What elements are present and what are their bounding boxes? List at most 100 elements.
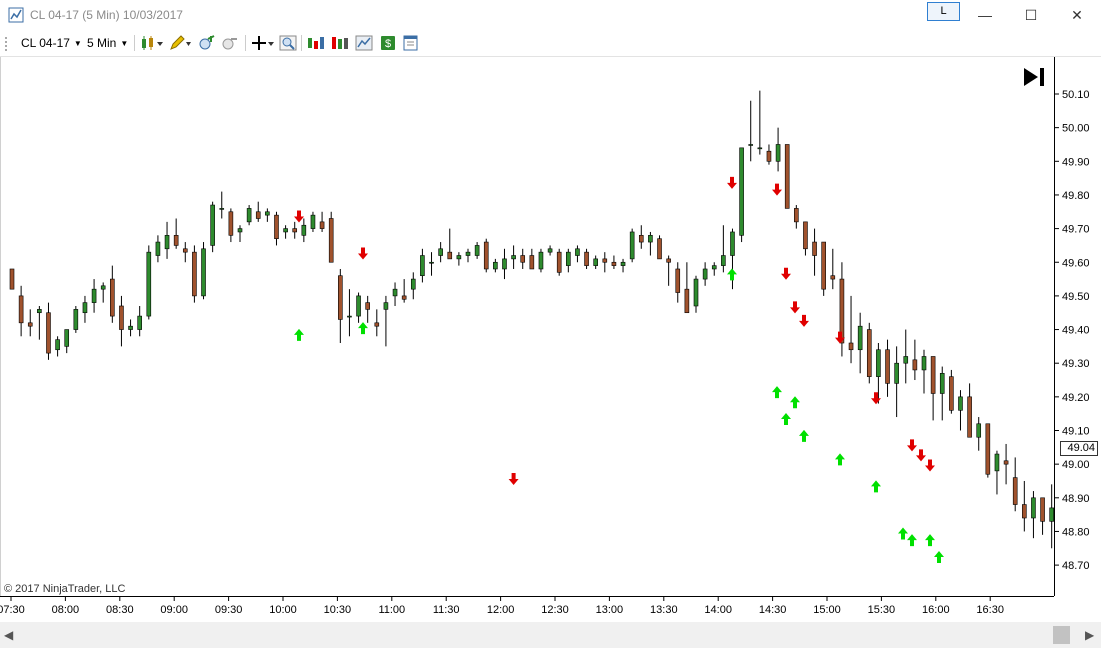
candle-body-down	[985, 423, 991, 475]
candle	[410, 272, 416, 300]
price-tick-label: 49.20	[1062, 392, 1090, 404]
candle-body-up	[137, 315, 142, 330]
minimize-icon[interactable]: —	[962, 0, 1008, 31]
price-axis[interactable]: 50.10 50.00 49.90 49.80 49.70 49.60 49.50 49.40…	[1054, 57, 1101, 596]
interval-label: 5 Min	[87, 36, 117, 50]
link-button[interactable]: L	[927, 2, 960, 21]
zoom-in-icon[interactable]	[198, 35, 216, 51]
skip-to-end-icon[interactable]	[1023, 67, 1047, 87]
dollar-icon[interactable]: $	[379, 35, 397, 51]
scroll-right-icon[interactable]: ▶	[1085, 628, 1094, 642]
candle-body-up	[64, 329, 70, 347]
candle	[866, 322, 872, 384]
maximize-icon[interactable]: ☐	[1008, 0, 1054, 31]
scroll-left-icon[interactable]: ◀	[4, 628, 13, 642]
time-tick-label: 11:00	[378, 604, 405, 616]
candle-body-up	[219, 208, 225, 210]
candle-body-up	[246, 208, 252, 223]
candle	[119, 295, 124, 347]
sell-arrow-icon	[925, 459, 935, 472]
buy-arrow-icon	[907, 534, 917, 547]
candle	[794, 205, 799, 229]
candle	[283, 225, 288, 239]
candle	[702, 262, 708, 286]
candle-body-up	[958, 396, 963, 411]
candle	[848, 295, 854, 364]
toolbar-divider	[134, 35, 135, 51]
candle-body-up	[976, 423, 982, 438]
candle	[666, 255, 671, 286]
drawing-tool-icon[interactable]	[169, 35, 191, 51]
candle-body-down	[328, 218, 334, 263]
indicators-icon[interactable]	[307, 35, 325, 51]
candle	[438, 242, 443, 263]
candle-body-up	[921, 356, 927, 371]
time-axis-ticks: 07:30 08:00 08:30 09:00 09:30 10:00 10:30 11:00…	[0, 597, 1004, 616]
candle-body-up	[721, 255, 726, 266]
candle-body-down	[18, 295, 24, 324]
candle	[857, 312, 863, 374]
candle-body-down	[866, 329, 872, 377]
candle	[812, 228, 817, 276]
close-icon[interactable]: ✕	[1054, 0, 1100, 31]
scrollbar-thumb[interactable]	[1053, 626, 1070, 644]
candle-body-up	[465, 251, 471, 256]
candle	[830, 248, 836, 290]
candle-body-down	[520, 255, 526, 263]
time-tick-label: 07:30	[0, 604, 25, 616]
candle-body-down	[274, 214, 279, 239]
toolbar-divider	[301, 35, 302, 51]
candle-body-up	[566, 251, 571, 266]
current-price-marker: 49.04	[1060, 441, 1098, 456]
candle	[985, 423, 991, 478]
candle-body-up	[128, 325, 133, 330]
price-tick-label: 50.00	[1062, 123, 1090, 135]
candle-body-down	[255, 211, 261, 219]
instrument-label: CL 04-17	[21, 36, 70, 50]
candle-body-down	[182, 248, 188, 253]
crosshair-icon[interactable]	[251, 35, 275, 51]
candle	[766, 144, 772, 165]
chart-panel[interactable]	[0, 57, 1055, 596]
candle-body-down	[374, 322, 380, 327]
horizontal-scrollbar[interactable]: ◀ ▶	[0, 622, 1101, 648]
bar-type-icon[interactable]	[140, 35, 164, 51]
candle-body-down	[638, 235, 644, 243]
magnifier-icon[interactable]	[279, 35, 297, 51]
candle	[210, 201, 215, 253]
candle-body-up	[146, 251, 152, 317]
candle	[292, 221, 298, 239]
price-chart[interactable]	[1, 57, 1055, 596]
candle-body-down	[192, 251, 197, 297]
properties-icon[interactable]	[402, 35, 420, 51]
candle	[82, 295, 88, 323]
chart-style-icon[interactable]	[355, 35, 373, 51]
candle	[757, 90, 763, 155]
candle-body-down	[1003, 460, 1009, 465]
candle	[775, 127, 781, 172]
candle	[611, 255, 617, 269]
candle	[575, 245, 580, 263]
buy-arrow-icon	[790, 396, 800, 409]
price-tick-label: 48.70	[1062, 560, 1090, 572]
candle	[474, 242, 480, 259]
time-axis[interactable]: 07:30 08:00 08:30 09:00 09:30 10:00 10:30 11:00…	[0, 596, 1054, 623]
instrument-selector[interactable]: CL 04-17 ▼	[21, 35, 82, 51]
candle	[538, 248, 544, 273]
zoom-out-icon[interactable]	[221, 35, 239, 51]
candle	[164, 221, 170, 259]
candle	[192, 245, 197, 303]
candle	[37, 305, 42, 340]
toolbar-grip[interactable]	[5, 37, 9, 51]
sell-arrow-icon	[907, 439, 917, 452]
strategies-icon[interactable]	[331, 35, 349, 51]
time-tick-label: 12:30	[541, 604, 569, 616]
interval-selector[interactable]: 5 Min ▼	[87, 35, 128, 51]
candle	[447, 228, 453, 260]
candle-body-up	[301, 224, 307, 236]
candle	[657, 235, 662, 260]
svg-text:$: $	[385, 38, 391, 50]
candle	[429, 252, 434, 276]
candle-body-up	[876, 349, 881, 377]
candle	[547, 245, 553, 256]
